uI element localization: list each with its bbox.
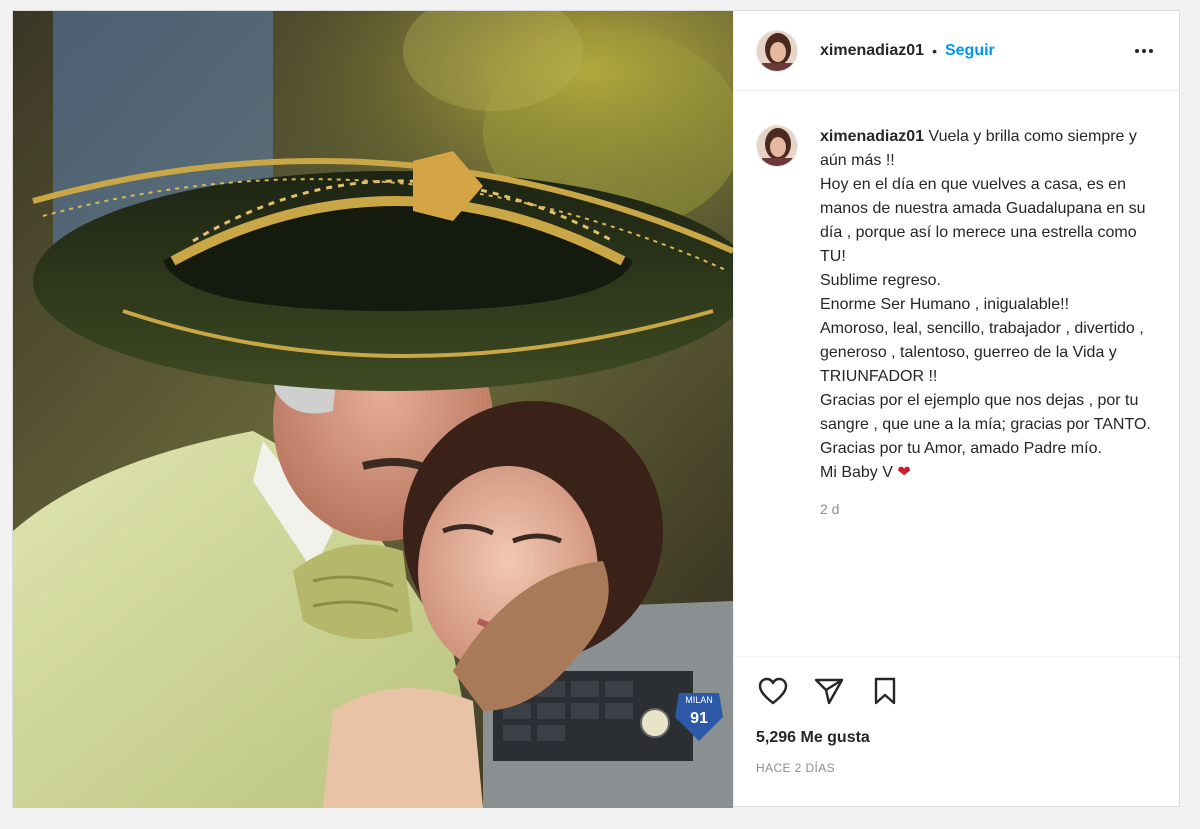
caption-section: ximenadiaz01 Vuela y brilla como siempre… — [734, 91, 1179, 656]
sticker-label: MILAN — [685, 695, 713, 705]
caption-line: Mi Baby V — [820, 464, 893, 481]
heart-emoji: ❤ — [897, 464, 911, 481]
avatar-image — [757, 126, 797, 166]
more-options-icon[interactable] — [1131, 38, 1157, 64]
caption-line: Gracias por el ejemplo que nos dejas , p… — [820, 392, 1151, 433]
caption-line: Amoroso, leal, sencillo, trabajador , di… — [820, 320, 1144, 385]
caption-line: Hoy en el día en que vuelves a casa, es … — [820, 176, 1146, 265]
post-header: ximenadiaz01 • Seguir — [734, 11, 1179, 91]
sticker-number: 91 — [690, 710, 708, 727]
header-username[interactable]: ximenadiaz01 — [820, 42, 924, 60]
caption-line: Gracias por tu Amor, amado Padre mío. — [820, 440, 1102, 457]
caption-avatar[interactable] — [756, 125, 798, 167]
likes-count[interactable]: 5,296 Me gusta — [756, 729, 1157, 747]
caption-username[interactable]: ximenadiaz01 — [820, 128, 924, 145]
caption-line: Enorme Ser Humano , inigualable!! — [820, 296, 1070, 313]
caption-timestamp[interactable]: 2 d — [820, 501, 1157, 517]
post-caption: ximenadiaz01 Vuela y brilla como siempre… — [820, 125, 1157, 485]
send-icon[interactable] — [812, 674, 846, 708]
post-actions: 5,296 Me gusta HACE 2 DÍAS — [734, 656, 1179, 806]
photo-father-daughter: MILAN 91 — [13, 11, 733, 808]
post-date[interactable]: HACE 2 DÍAS — [756, 761, 1157, 775]
separator-dot: • — [932, 42, 937, 59]
follow-button[interactable]: Seguir — [945, 42, 995, 60]
post-photo[interactable]: MILAN 91 — [13, 11, 733, 808]
avatar[interactable] — [756, 29, 798, 72]
post-sidebar: ximenadiaz01 • Seguir ximenadiaz01 Vuela… — [733, 11, 1179, 806]
bookmark-icon[interactable] — [868, 674, 902, 708]
heart-icon[interactable] — [756, 674, 790, 708]
caption-line: Sublime regreso. — [820, 272, 941, 289]
avatar-image — [757, 30, 797, 71]
instagram-post: MILAN 91 ximenadiaz01 • Seguir ximenadia… — [12, 10, 1180, 808]
